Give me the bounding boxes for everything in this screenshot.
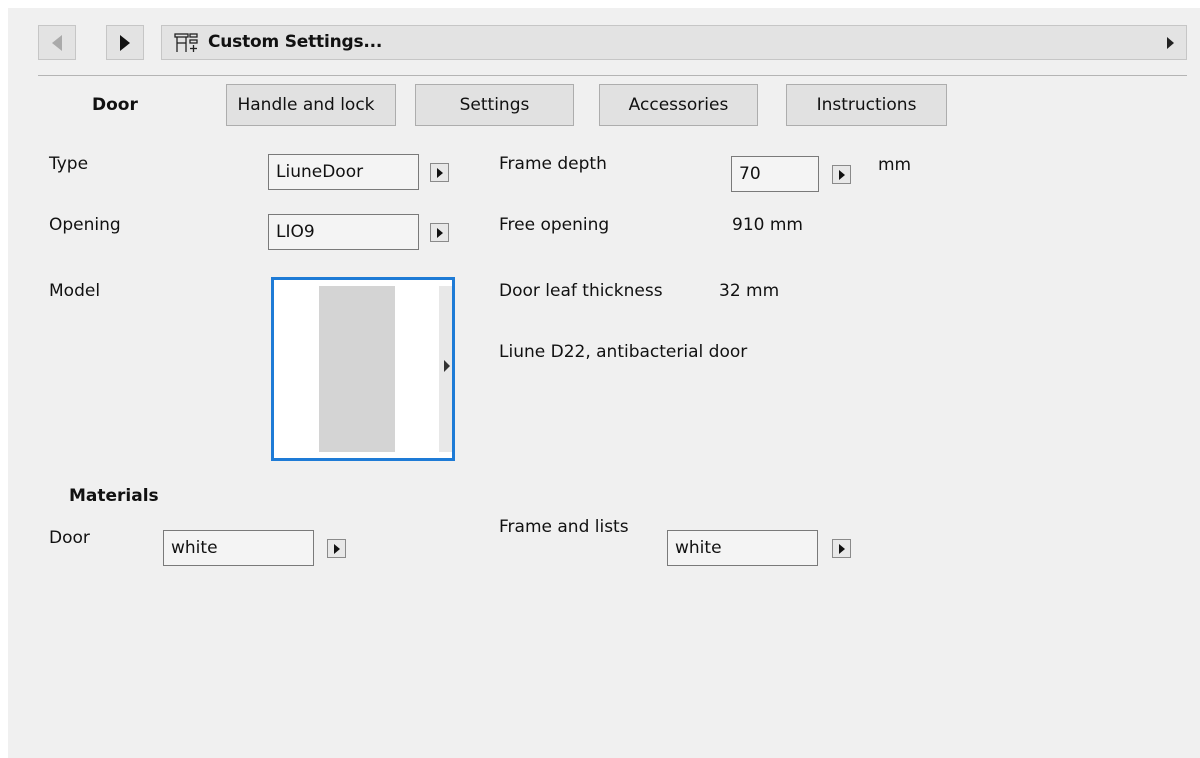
free-opening-label: Free opening bbox=[499, 215, 610, 235]
tab-settings[interactable]: Settings bbox=[415, 84, 574, 126]
chevron-right-icon bbox=[333, 543, 340, 554]
opening-arrow-button[interactable] bbox=[430, 223, 449, 242]
back-button[interactable] bbox=[38, 25, 76, 60]
model-preview[interactable] bbox=[271, 277, 455, 461]
door-material-arrow-button[interactable] bbox=[327, 539, 346, 558]
chevron-right-icon bbox=[436, 167, 443, 178]
back-arrow-icon bbox=[52, 34, 62, 51]
model-next-icon[interactable] bbox=[444, 360, 450, 372]
header-divider bbox=[38, 75, 1187, 76]
frame-depth-label: Frame depth bbox=[499, 154, 607, 174]
door-material-field[interactable]: white bbox=[163, 530, 314, 566]
materials-heading: Materials bbox=[69, 486, 159, 506]
frame-depth-arrow-button[interactable] bbox=[832, 165, 851, 184]
settings-panel: Custom Settings... Door Handle and lock … bbox=[8, 8, 1200, 758]
opening-field[interactable]: LIO9 bbox=[268, 214, 419, 250]
forward-button[interactable] bbox=[106, 25, 144, 60]
frame-material-field[interactable]: white bbox=[667, 530, 818, 566]
frame-material-arrow-button[interactable] bbox=[832, 539, 851, 558]
tab-accessories[interactable]: Accessories bbox=[599, 84, 758, 126]
chevron-right-icon bbox=[838, 543, 845, 554]
door-material-label: Door bbox=[49, 528, 90, 548]
tab-handle-and-lock[interactable]: Handle and lock bbox=[226, 84, 396, 126]
type-field[interactable]: LiuneDoor bbox=[268, 154, 419, 190]
forward-arrow-icon bbox=[120, 34, 130, 51]
leaf-thickness-label: Door leaf thickness bbox=[499, 281, 663, 301]
custom-settings-icon bbox=[174, 33, 198, 52]
frame-material-label: Frame and lists bbox=[499, 517, 629, 537]
tab-door[interactable]: Door bbox=[92, 84, 138, 126]
free-opening-value: 910 mm bbox=[732, 215, 803, 235]
frame-depth-field[interactable]: 70 bbox=[731, 156, 819, 192]
panel-title: Custom Settings... bbox=[208, 32, 383, 52]
tab-instructions[interactable]: Instructions bbox=[786, 84, 947, 126]
opening-label: Opening bbox=[49, 215, 121, 235]
expand-arrow-icon[interactable] bbox=[1167, 37, 1174, 49]
door-description: Liune D22, antibacterial door bbox=[499, 342, 748, 362]
type-label: Type bbox=[49, 154, 89, 174]
custom-settings-dropdown[interactable]: Custom Settings... bbox=[161, 25, 1187, 60]
leaf-thickness-value: 32 mm bbox=[719, 281, 780, 301]
chevron-right-icon bbox=[838, 169, 845, 180]
type-arrow-button[interactable] bbox=[430, 163, 449, 182]
model-label: Model bbox=[49, 281, 101, 301]
frame-depth-unit: mm bbox=[878, 155, 912, 175]
chevron-right-icon bbox=[436, 227, 443, 238]
door-leaf-preview bbox=[319, 286, 395, 452]
